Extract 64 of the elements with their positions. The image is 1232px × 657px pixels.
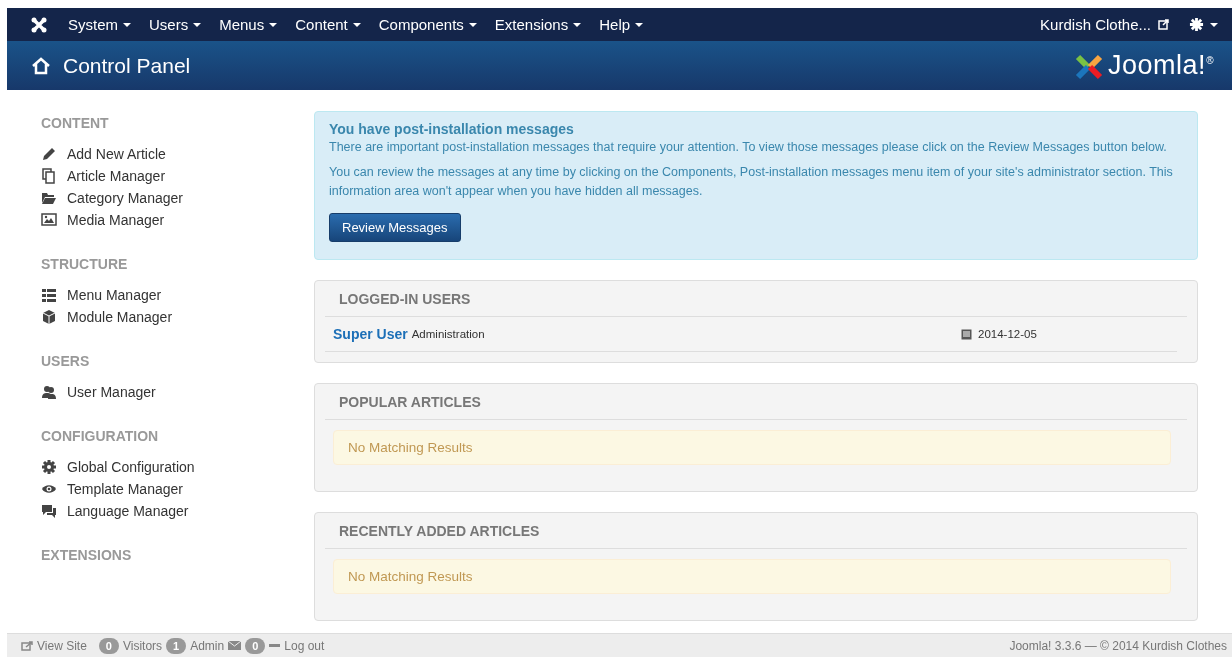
- external-link-icon: [1158, 19, 1169, 30]
- home-icon: [31, 56, 51, 75]
- panel-title: RECENTLY ADDED ARTICLES: [325, 513, 1187, 549]
- panel-title: LOGGED-IN USERS: [325, 281, 1187, 317]
- login-date: 2014-12-05: [978, 328, 1037, 340]
- visitors-label: Visitors: [122, 638, 163, 653]
- section-heading: STRUCTURE: [41, 256, 129, 272]
- admin-count: 1: [166, 637, 187, 654]
- logout-link[interactable]: Log out: [284, 638, 325, 653]
- sidebar-item-label[interactable]: Menu Manager: [67, 287, 162, 303]
- messages-count: 0: [245, 637, 266, 654]
- folder-icon: [41, 190, 57, 206]
- visitors-count: 0: [98, 637, 119, 654]
- panel-title: POPULAR ARTICLES: [325, 384, 1187, 420]
- menu-item[interactable]: Menus: [210, 16, 287, 33]
- pencil-icon: [41, 146, 57, 162]
- alert-text: You can review the messages at any time by clicking on the Components, Post-installation messages menu item of your site's administrator section. This information area won't appear when you have hidden all messages.: [329, 164, 1174, 200]
- menu-item[interactable]: Help: [590, 16, 653, 33]
- user-role: Administration: [411, 328, 486, 340]
- page-title: Control Panel: [63, 53, 192, 78]
- sidebar-item-label[interactable]: Add New Article: [67, 146, 166, 162]
- alert-title: You have post-installation messages: [329, 121, 575, 138]
- share-icon: [21, 640, 33, 651]
- empty-message: No Matching Results: [333, 430, 1171, 465]
- speech-bubbles-icon: [41, 503, 57, 519]
- empty-message: No Matching Results: [333, 559, 1171, 594]
- menu-item[interactable]: System: [59, 16, 140, 33]
- sidebar-item-label[interactable]: Category Manager: [67, 190, 183, 206]
- brand-name: Joomla!$^{®}$: [1108, 50, 1214, 81]
- settings-icon[interactable]: [1189, 17, 1204, 32]
- envelope-icon: [228, 641, 242, 650]
- list-icon: [41, 287, 57, 303]
- section-heading: CONTENT: [41, 115, 110, 131]
- admin-label: Admin: [190, 638, 225, 653]
- users-icon: [41, 384, 57, 400]
- sidebar-item-label[interactable]: Module Manager: [67, 309, 173, 325]
- sidebar-item[interactable]: Global Configuration: [41, 451, 300, 483]
- menu-item[interactable]: Users: [140, 16, 211, 33]
- version-text: Joomla! 3.3.6 — © 2014 Kurdish Clothes: [1009, 638, 1227, 653]
- site-link[interactable]: Kurdish Clothe...: [1040, 16, 1151, 33]
- review-messages-button[interactable]: Review Messages: [329, 213, 461, 242]
- section-heading: USERS: [41, 353, 91, 369]
- menu-item[interactable]: Components: [369, 16, 486, 33]
- sidebar-item-label[interactable]: Language Manager: [67, 503, 189, 519]
- section-heading: CONFIGURATION: [41, 428, 160, 444]
- sidebar-item-label[interactable]: Article Manager: [67, 168, 166, 184]
- section-heading: EXTENSIONS: [41, 547, 133, 563]
- sidebar-item[interactable]: User Manager: [41, 376, 300, 408]
- alert-text: There are important post-installation messages that require your attention. To view those messages please click on the Review Messages button below.: [329, 139, 1168, 156]
- gear-icon: [41, 459, 57, 475]
- image-icon: [41, 212, 57, 228]
- menu-item[interactable]: Extensions: [485, 16, 591, 33]
- menu-item[interactable]: Content: [286, 16, 370, 33]
- sidebar-item-label[interactable]: Global Configuration: [67, 459, 195, 475]
- sidebar-item[interactable]: Menu Manager: [41, 279, 300, 311]
- view-site-link[interactable]: View Site: [37, 638, 87, 653]
- minus-icon: [269, 643, 281, 648]
- sidebar-item-label[interactable]: Template Manager: [67, 481, 183, 497]
- cube-icon: [41, 309, 57, 325]
- sidebar-item-label[interactable]: User Manager: [67, 384, 156, 400]
- user-link[interactable]: Super User: [333, 326, 408, 342]
- copies-icon: [41, 168, 57, 184]
- settings-menu[interactable]: [1189, 17, 1218, 32]
- sidebar-item-label[interactable]: Media Manager: [67, 212, 165, 228]
